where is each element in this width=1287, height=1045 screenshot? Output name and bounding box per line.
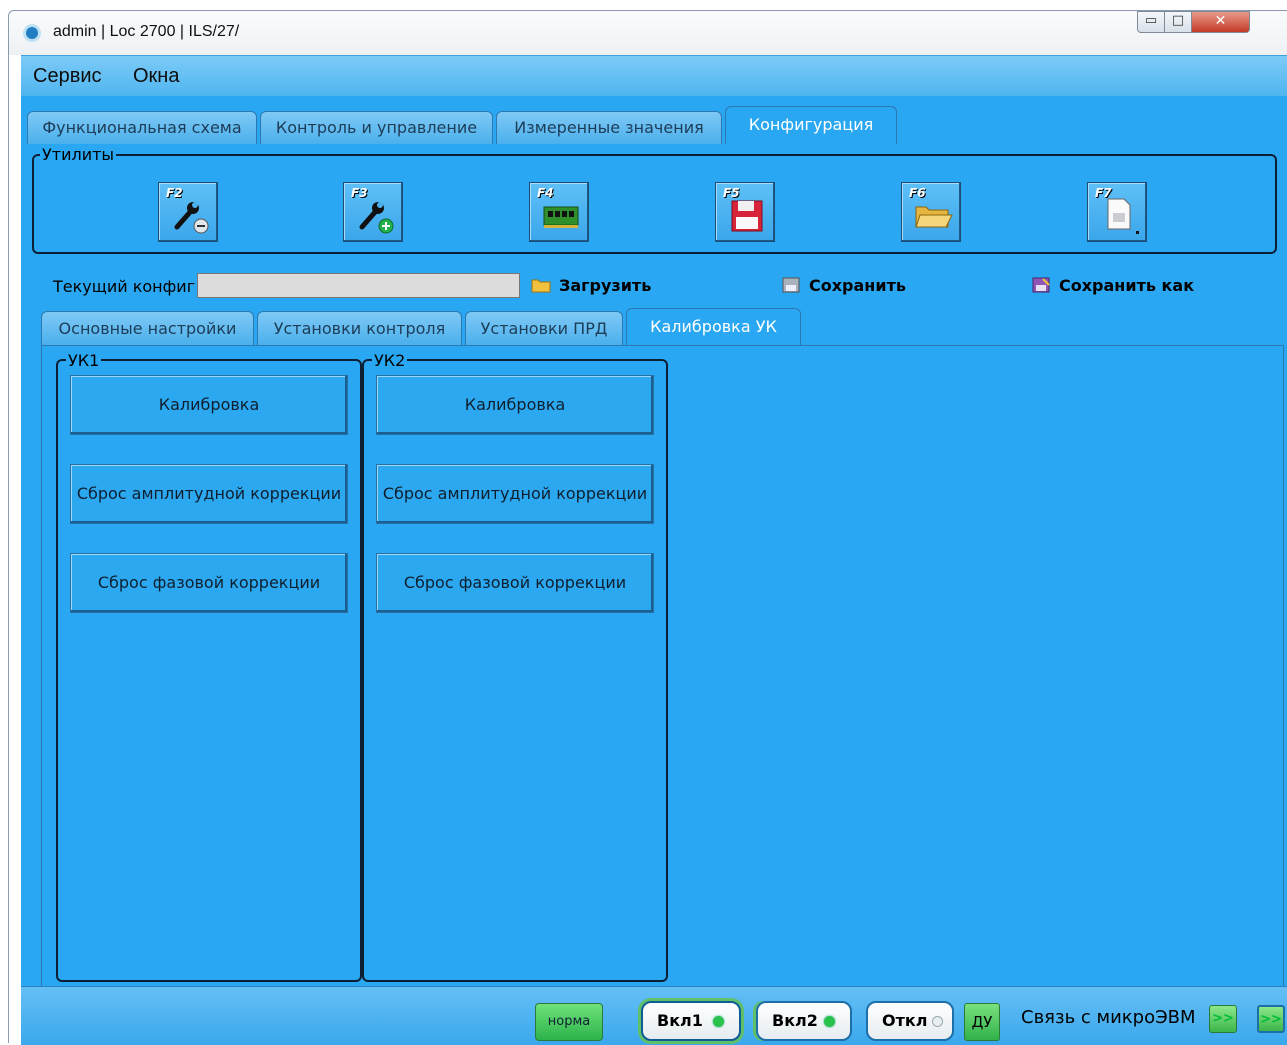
tab-measured-values[interactable]: Измеренные значения xyxy=(496,111,722,144)
uk1-reset-phase-button[interactable]: Сброс фазовой коррекции xyxy=(70,553,348,613)
floppy-disk-icon xyxy=(731,200,763,232)
tab-functional-scheme[interactable]: Функциональная схема xyxy=(27,111,257,144)
current-config-field[interactable] xyxy=(197,273,520,298)
link-status-label: Связь с микроЭВМ xyxy=(1021,1007,1196,1028)
folder-icon xyxy=(531,279,551,293)
otkl-led-icon xyxy=(932,1016,943,1027)
uk1-reset-amplitude-button[interactable]: Сброс амплитудной коррекции xyxy=(70,464,348,524)
document-icon xyxy=(1107,198,1139,234)
vkl1-label: Вкл1 xyxy=(657,1011,703,1030)
uk2-legend: УК2 xyxy=(372,351,408,370)
du-indicator[interactable]: ДУ xyxy=(964,1003,1000,1041)
vkl1-led-icon xyxy=(713,1016,724,1027)
minimize-icon: ▭ xyxy=(1144,13,1158,28)
f7-button[interactable]: F7 xyxy=(1087,182,1147,242)
menu-bar: Сервис Окна xyxy=(21,56,1287,96)
title-bar[interactable]: admin | Loc 2700 | ILS/27/ ▭ □ ✕ xyxy=(9,11,1287,55)
uk1-calibrate-button[interactable]: Калибровка xyxy=(70,375,348,435)
tab-basic-settings[interactable]: Основные настройки xyxy=(41,311,254,345)
save-as-icon xyxy=(1032,277,1050,293)
memory-chip-icon xyxy=(543,206,579,228)
maximize-icon: □ xyxy=(1171,13,1185,28)
utilities-legend: Утилиты xyxy=(40,145,117,164)
folder-open-icon xyxy=(915,206,953,228)
close-button[interactable]: ✕ xyxy=(1192,11,1250,33)
uk2-group: УК2 Калибровка Сброс амплитудной коррекц… xyxy=(362,351,668,982)
uk1-legend: УК1 xyxy=(66,351,102,370)
close-icon: ✕ xyxy=(1214,13,1227,29)
save-label: Сохранить xyxy=(809,276,906,295)
app-body: Сервис Окна Функциональная схема Контрол… xyxy=(21,55,1287,1045)
tab-control-settings[interactable]: Установки контроля xyxy=(257,311,462,345)
menu-service[interactable]: Сервис xyxy=(33,65,102,88)
save-button[interactable]: Сохранить xyxy=(781,276,906,298)
main-tab-bar: Функциональная схема Контроль и управлен… xyxy=(21,96,1287,144)
app-window: admin | Loc 2700 | ILS/27/ ▭ □ ✕ Сервис … xyxy=(8,10,1287,1045)
tab-control[interactable]: Контроль и управление xyxy=(260,111,493,144)
app-logo-icon xyxy=(23,24,41,42)
calibration-panel: УК1 Калибровка Сброс амплитудной коррекц… xyxy=(41,345,1284,986)
vkl2-label: Вкл2 xyxy=(772,1011,818,1030)
uk2-reset-amplitude-button[interactable]: Сброс амплитудной коррекции xyxy=(376,464,654,524)
save-as-button[interactable]: Сохранить как xyxy=(1031,276,1194,298)
sub-tab-bar: Основные настройки Установки контроля Ус… xyxy=(21,308,1287,346)
menu-windows[interactable]: Окна xyxy=(133,65,179,88)
wrench-minus-icon xyxy=(174,202,209,234)
minimize-button[interactable]: ▭ xyxy=(1137,11,1165,33)
tab-calibration-uk[interactable]: Калибровка УК xyxy=(626,308,801,346)
otkl-button[interactable]: Откл xyxy=(866,1001,954,1041)
save-as-label: Сохранить как xyxy=(1059,276,1195,295)
wrench-plus-icon xyxy=(359,202,394,234)
uk2-reset-phase-button[interactable]: Сброс фазовой коррекции xyxy=(376,553,654,613)
norma-indicator[interactable]: норма xyxy=(535,1003,603,1041)
f5-button[interactable]: F5 xyxy=(715,182,775,242)
link-forward-icon[interactable]: >> xyxy=(1209,1005,1237,1033)
uk2-calibrate-button[interactable]: Калибровка xyxy=(376,375,654,435)
uk1-group: УК1 Калибровка Сброс амплитудной коррекц… xyxy=(56,351,362,982)
status-bar: норма Вкл1 Вкл2 Откл ДУ Связь с микроЭВМ… xyxy=(21,986,1287,1045)
current-config-label: Текущий конфиг xyxy=(53,277,196,296)
utilities-group: Утилиты F2 F3 F4 F5 F6 F7 xyxy=(32,145,1277,254)
tab-configuration[interactable]: Конфигурация xyxy=(725,106,897,144)
vkl2-led-icon xyxy=(824,1016,835,1027)
window-title: admin | Loc 2700 | ILS/27/ xyxy=(53,23,240,40)
f6-button[interactable]: F6 xyxy=(901,182,961,242)
otkl-label: Откл xyxy=(882,1011,928,1030)
save-icon xyxy=(782,277,800,293)
tab-prd-settings[interactable]: Установки ПРД xyxy=(465,311,623,345)
link-fast-forward-icon[interactable]: >> xyxy=(1257,1005,1285,1033)
load-button[interactable]: Загрузить xyxy=(531,276,651,298)
maximize-button[interactable]: □ xyxy=(1165,11,1192,33)
f2-button[interactable]: F2 xyxy=(158,182,218,242)
vkl1-button[interactable]: Вкл1 xyxy=(641,1001,741,1041)
vkl2-button[interactable]: Вкл2 xyxy=(756,1001,852,1041)
load-label: Загрузить xyxy=(559,276,652,295)
f3-button[interactable]: F3 xyxy=(343,182,403,242)
config-row: Текущий конфиг Загрузить Сохранить Сохра… xyxy=(21,271,1287,301)
f4-button[interactable]: F4 xyxy=(529,182,589,242)
